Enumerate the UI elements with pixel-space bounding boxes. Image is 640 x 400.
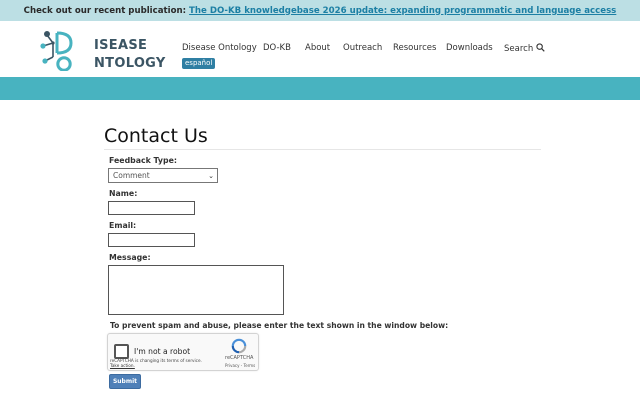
nav-search[interactable]: Search — [504, 43, 545, 54]
molecule-logo-icon — [40, 31, 73, 71]
submit-button[interactable]: Submit — [109, 374, 141, 389]
publication-link[interactable]: The DO-KB knowledgebase 2026 update: exp… — [189, 6, 616, 16]
recaptcha-terms: reCAPTCHA is changing its terms of servi… — [110, 358, 202, 368]
recaptcha-privacy-terms-link[interactable]: Privacy - Terms — [225, 363, 255, 368]
logo-line-1: ISEASE — [94, 38, 148, 53]
page-title: Contact Us — [104, 125, 208, 147]
feedback-type-label: Feedback Type: — [109, 156, 177, 165]
email-label: Email: — [109, 221, 137, 230]
nav-outreach[interactable]: Outreach — [343, 43, 382, 53]
name-label: Name: — [109, 189, 138, 198]
message-textarea[interactable] — [108, 265, 284, 315]
nav-resources[interactable]: Resources — [393, 43, 436, 53]
announcement-lead: Check out our recent publication: — [23, 5, 187, 16]
site-header: ISEASE NTOLOGY Disease Ontology DO-KB Ab… — [0, 21, 640, 77]
title-divider — [104, 149, 541, 150]
nav-about[interactable]: About — [305, 43, 330, 53]
email-field[interactable] — [108, 233, 195, 247]
recaptcha-take-action-link[interactable]: Take action. — [110, 363, 202, 368]
nav-downloads[interactable]: Downloads — [446, 43, 493, 53]
feedback-type-select[interactable]: Comment ⌄ — [108, 168, 218, 183]
search-icon — [536, 43, 545, 52]
message-label: Message: — [109, 253, 151, 262]
logo-line-2: NTOLOGY — [94, 56, 166, 71]
announcement-bar: Check out our recent publication: The DO… — [0, 0, 640, 21]
recaptcha-widget: I'm not a robot reCAPTCHA is changing it… — [107, 333, 259, 371]
nav-do-kb[interactable]: DO-KB — [263, 43, 291, 53]
language-badge[interactable]: español — [182, 58, 216, 69]
disease-ontology-logo[interactable]: ISEASE NTOLOGY — [39, 27, 165, 71]
nav-search-label: Search — [504, 44, 534, 54]
feedback-type-value: Comment — [113, 171, 150, 180]
chevron-down-icon: ⌄ — [208, 172, 214, 180]
spam-notice: To prevent spam and abuse, please enter … — [110, 321, 449, 330]
recaptcha-checkbox[interactable] — [114, 344, 129, 359]
name-field[interactable] — [108, 201, 195, 215]
hero-band — [0, 77, 640, 100]
recaptcha-logo-icon — [231, 338, 247, 354]
nav-disease-ontology[interactable]: Disease Ontology — [182, 43, 257, 53]
recaptcha-label: I'm not a robot — [134, 347, 191, 356]
recaptcha-brand: reCAPTCHA — [225, 355, 254, 361]
